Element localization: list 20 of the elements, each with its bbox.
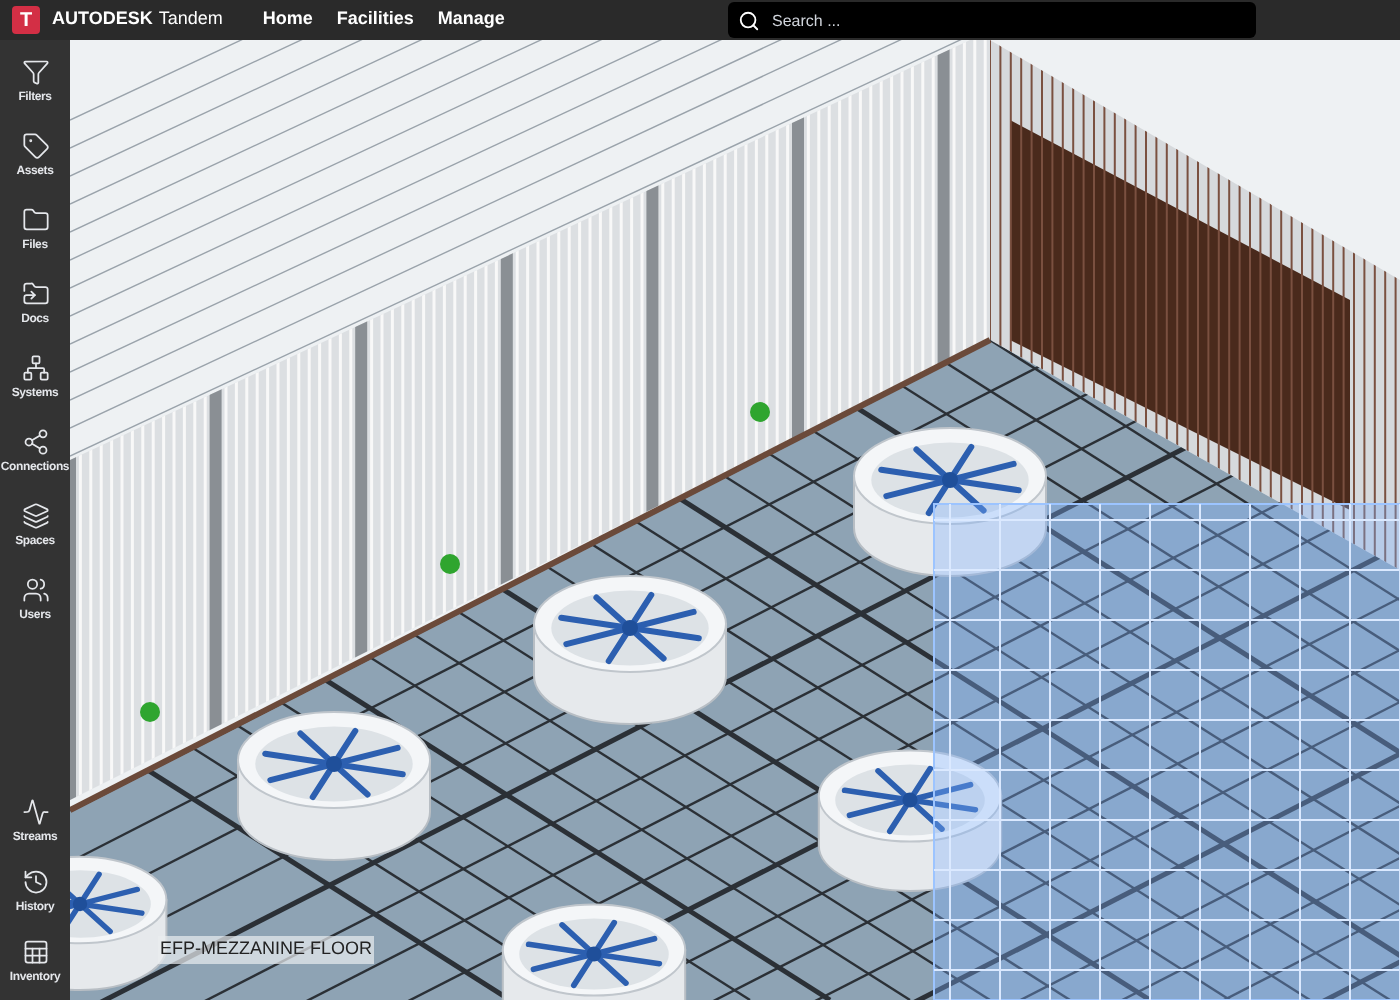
nodes-icon	[21, 428, 49, 456]
tag-icon	[21, 132, 49, 160]
folder-icon	[21, 280, 49, 308]
filter-icon	[21, 58, 49, 86]
hierarchy-icon	[21, 354, 49, 382]
product-name: Tandem	[158, 6, 223, 33]
users-icon	[21, 576, 49, 604]
search-field[interactable]: Search ...	[768, 2, 1256, 38]
logo-tile: T	[12, 6, 40, 34]
brand-name: AUTODESK	[52, 6, 153, 33]
nav-link[interactable]: Home	[262, 6, 313, 34]
level-label: EFP-MEZZANINE FLOOR	[158, 936, 375, 963]
layers-icon	[21, 502, 49, 530]
nav-link[interactable]: Manage	[437, 6, 505, 34]
table-icon	[21, 938, 49, 966]
search-icon	[728, 2, 768, 38]
pulse-icon	[21, 798, 49, 826]
nav-link[interactable]: Facilities	[336, 6, 414, 34]
history-icon	[21, 868, 49, 896]
folder-icon	[21, 206, 49, 234]
